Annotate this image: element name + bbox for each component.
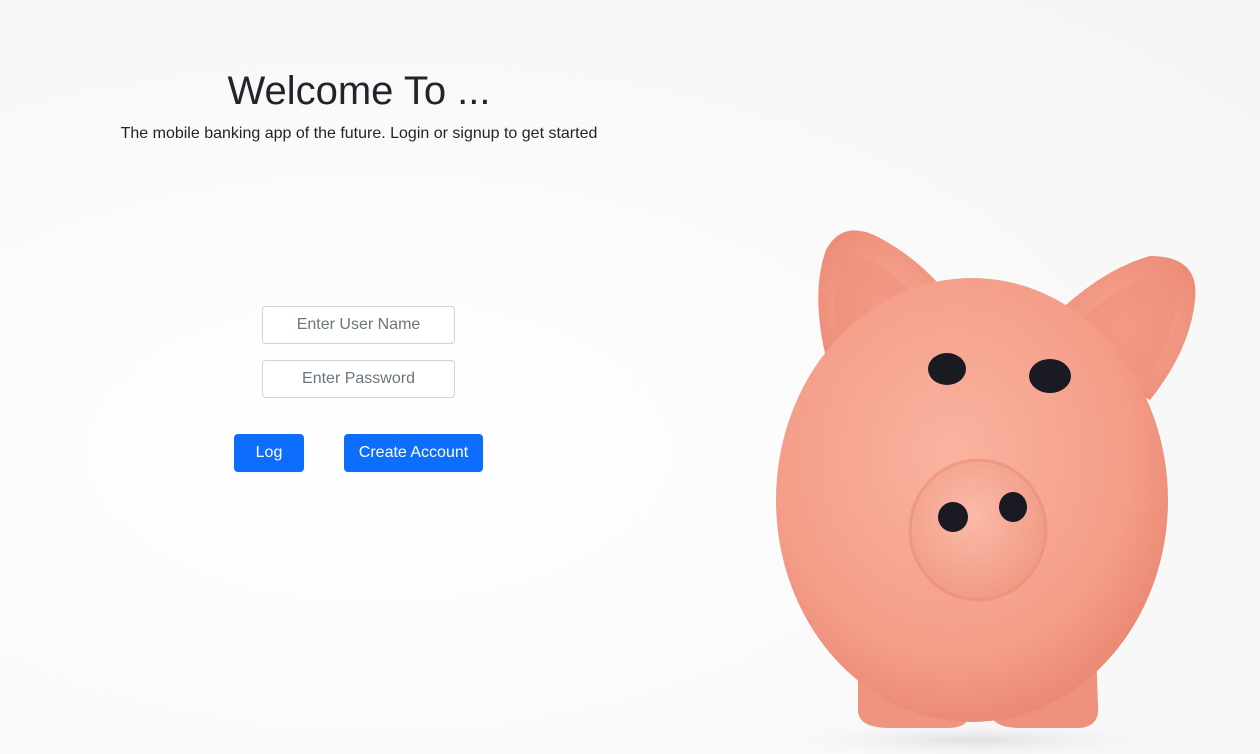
create-account-button[interactable]: Create Account	[344, 434, 483, 472]
piggy-bank-image	[745, 230, 1205, 754]
username-input[interactable]	[262, 306, 455, 344]
password-input[interactable]	[262, 360, 455, 398]
page-subtitle: The mobile banking app of the future. Lo…	[120, 125, 598, 142]
hero-section: Welcome To ... The mobile banking app of…	[0, 60, 718, 146]
login-button[interactable]: Log In	[234, 434, 304, 497]
page-title: Welcome To ...	[227, 69, 491, 113]
